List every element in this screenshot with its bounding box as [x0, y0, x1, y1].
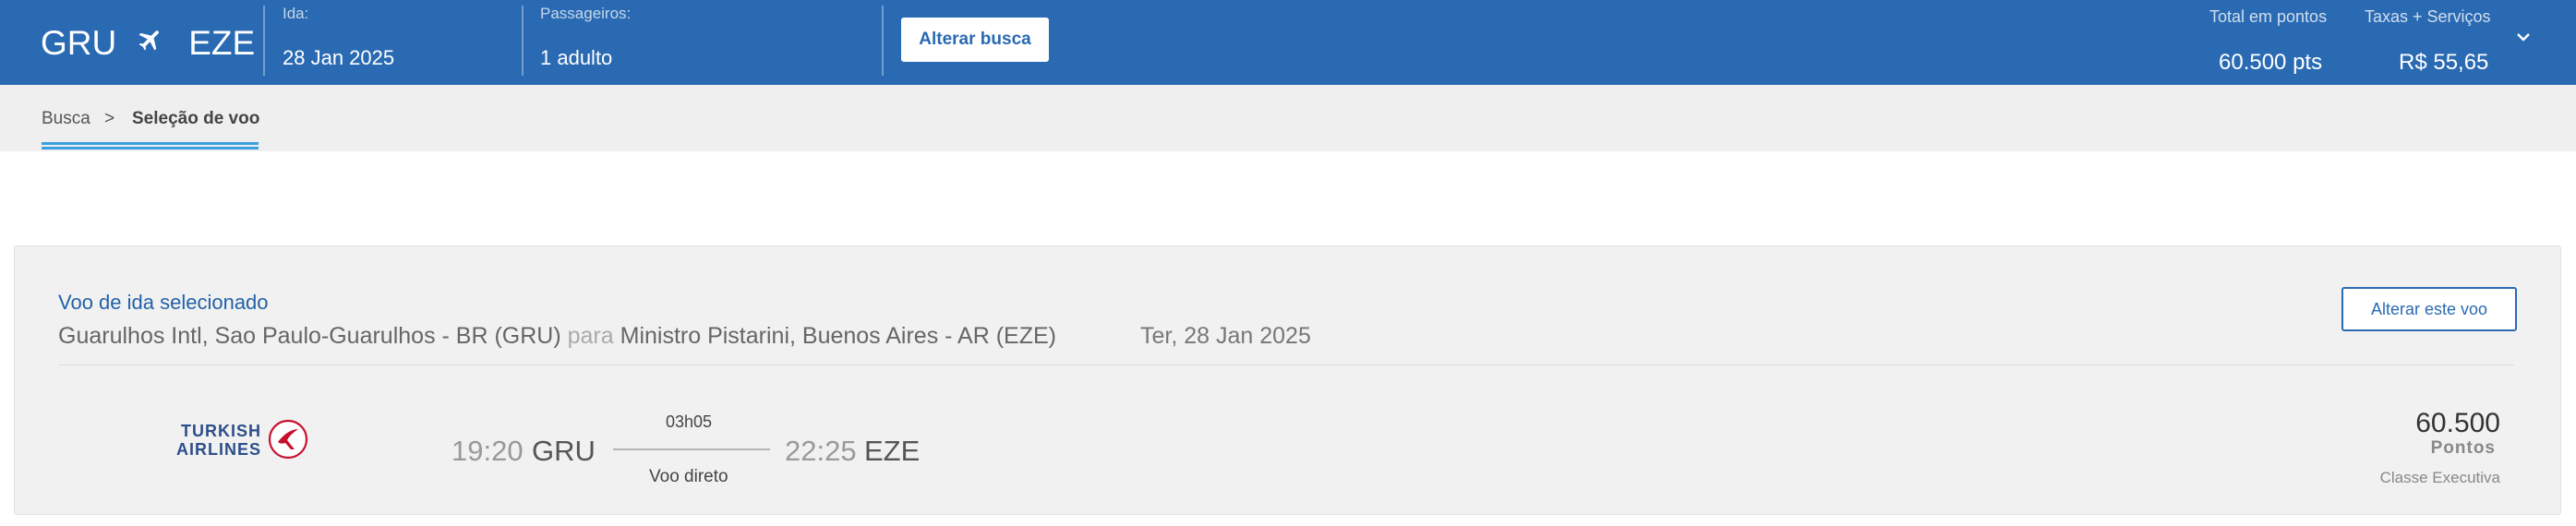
- fees-value: R$ 55,65: [2399, 50, 2489, 75]
- airline-logo: TURKISH AIRLINES: [158, 416, 319, 466]
- breadcrumb-active-indicator: [42, 142, 259, 149]
- flight-date: Ter, 28 Jan 2025: [1140, 323, 1311, 349]
- divider: [882, 6, 884, 76]
- divider: [522, 6, 524, 76]
- breadcrumb-separator: >: [104, 109, 115, 128]
- breadcrumb: Busca > Seleção de voo: [0, 85, 2576, 151]
- destination-airport: Ministro Pistarini, Buenos Aires - AR (E…: [620, 323, 1056, 349]
- breadcrumb-item-busca[interactable]: Busca: [42, 109, 90, 129]
- departure-time: 19:20: [451, 435, 524, 467]
- passengers-value: 1 adulto: [540, 46, 613, 69]
- selected-flight-title: Voo de ida selecionado: [58, 291, 269, 314]
- points-value: 60.500: [2415, 408, 2500, 438]
- passengers-label: Passageiros:: [540, 5, 632, 22]
- airline-name-line1: TURKISH: [181, 422, 261, 440]
- points-unit: Pontos: [2430, 438, 2496, 458]
- departure-code: GRU: [532, 435, 596, 467]
- turkish-airlines-logo-icon: [268, 419, 308, 460]
- search-summary-bar: GRU EZE Ida: 28 Jan 2025 Passageiros: 1 …: [0, 0, 2576, 85]
- change-search-button[interactable]: Alterar busca: [901, 18, 1049, 62]
- flight-duration: 03h05: [666, 412, 713, 431]
- change-flight-button[interactable]: Alterar este voo: [2341, 287, 2517, 331]
- flight-leg-line: [613, 448, 770, 450]
- arrival-time: 22:25: [785, 435, 857, 467]
- breadcrumb-item-flight-selection: Seleção de voo: [132, 109, 260, 128]
- departure-date: 28 Jan 2025: [283, 46, 395, 69]
- airline-name-line2: AIRLINES: [175, 440, 261, 459]
- selected-flight-route: Guarulhos Intl, Sao Paulo-Guarulhos - BR…: [58, 323, 1056, 350]
- selected-flight-card: Voo de ida selecionado Guarulhos Intl, S…: [14, 245, 2561, 515]
- total-points-label: Total em pontos: [2209, 7, 2328, 26]
- route-connector: para: [567, 323, 614, 349]
- destination-code: EZE: [188, 24, 256, 62]
- arrival-code: EZE: [864, 435, 921, 467]
- airline-name: TURKISH AIRLINES: [158, 422, 261, 459]
- flight-stops: Voo direto: [649, 467, 728, 486]
- fees-label: Taxas + Serviços: [2365, 7, 2491, 26]
- chevron-down-icon[interactable]: [2514, 28, 2533, 46]
- cabin-class: Classe Executiva: [2379, 469, 2500, 486]
- route-summary: GRU EZE: [41, 20, 255, 66]
- total-points-value: 60.500 pts: [2219, 50, 2323, 75]
- departure-label: Ida:: [283, 5, 309, 22]
- airplane-icon: [138, 30, 160, 51]
- origin-code: GRU: [41, 24, 117, 62]
- origin-airport: Guarulhos Intl, Sao Paulo-Guarulhos - BR…: [58, 323, 561, 349]
- divider: [263, 6, 265, 76]
